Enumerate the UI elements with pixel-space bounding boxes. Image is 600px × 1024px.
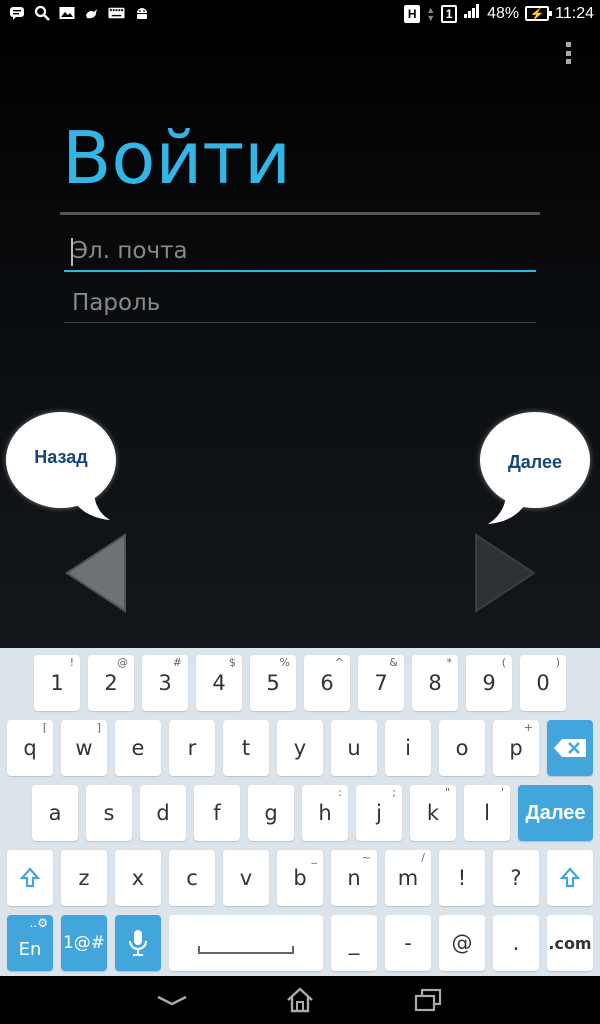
back-bubble-tail <box>74 494 110 520</box>
key-2[interactable]: 2 @ <box>88 655 134 711</box>
email-input[interactable] <box>64 232 536 270</box>
key-j[interactable]: j; <box>356 785 402 841</box>
key-w[interactable]: w] <box>61 720 107 776</box>
key-underscore[interactable]: _ <box>331 915 377 971</box>
key-p[interactable]: p + <box>493 720 539 776</box>
key-d[interactable]: d <box>140 785 186 841</box>
key-v[interactable]: v <box>223 850 269 906</box>
key-1[interactable]: 1! <box>34 655 80 711</box>
title-divider <box>60 212 540 215</box>
page-title: Войти <box>62 116 291 200</box>
next-bubble-label: Далее <box>507 451 563 472</box>
key-4[interactable]: 4 $ <box>196 655 242 711</box>
key-8[interactable]: 8 * <box>412 655 458 711</box>
key-z[interactable]: z <box>61 850 107 906</box>
home-button[interactable] <box>280 986 320 1014</box>
key-7[interactable]: 7 & <box>358 655 404 711</box>
key-s[interactable]: s <box>86 785 132 841</box>
hide-keyboard-button[interactable] <box>152 986 192 1014</box>
soft-keyboard: 1! 2 @ 3 # 4 $ 5% 6 ^ 7 & 8 * 9( 0) q[ w] e r … <box>0 648 600 976</box>
key-5[interactable]: 5% <box>250 655 296 711</box>
key-c[interactable]: c <box>169 850 215 906</box>
login-screen: Войти Назад Далее <box>0 26 600 648</box>
key-dotcom[interactable]: .com <box>547 915 593 971</box>
image-icon <box>58 4 75 21</box>
status-indicators: H ▲ ▼ 1 48% ⚡ 11:24 <box>404 3 594 24</box>
clock: 11:24 <box>555 4 594 22</box>
email-field[interactable] <box>64 232 536 272</box>
key-q[interactable]: q[ <box>7 720 53 776</box>
key-t[interactable]: t <box>223 720 269 776</box>
android-icon <box>133 4 150 21</box>
back-bubble-label: Назад <box>34 446 88 467</box>
search-icon <box>33 4 50 21</box>
signal-icon <box>463 3 481 24</box>
overflow-menu-icon[interactable] <box>566 42 574 64</box>
key-period[interactable]: . <box>493 915 539 971</box>
battery-icon: ⚡ <box>525 6 553 21</box>
key-3[interactable]: 3 # <box>142 655 188 711</box>
key-minus[interactable]: - <box>385 915 431 971</box>
key-at[interactable]: @ <box>439 915 485 971</box>
key-n[interactable]: n ~ <box>331 850 377 906</box>
key-e[interactable]: e <box>115 720 161 776</box>
notification-icons <box>8 4 150 21</box>
key-6[interactable]: 6 ^ <box>304 655 350 711</box>
message-icon <box>8 4 25 21</box>
backspace-key[interactable] <box>547 720 593 776</box>
bird-icon <box>83 4 100 21</box>
chevron-down-icon <box>157 995 187 1006</box>
password-field[interactable] <box>64 283 536 323</box>
password-input[interactable] <box>64 283 536 322</box>
key-exclamation[interactable]: ! <box>439 850 485 906</box>
key-m[interactable]: m / <box>385 850 431 906</box>
status-bar: H ▲ ▼ 1 48% ⚡ 11:24 <box>0 0 600 26</box>
key-o[interactable]: o <box>439 720 485 776</box>
shift-icon <box>560 867 580 888</box>
key-a[interactable]: a <box>32 785 78 841</box>
back-arrow-button[interactable] <box>65 533 127 613</box>
key-f[interactable]: f <box>194 785 240 841</box>
sim-indicator: 1 <box>441 4 458 23</box>
recent-apps-icon <box>414 988 442 1012</box>
key-h[interactable]: h: <box>302 785 348 841</box>
key-x[interactable]: x <box>115 850 161 906</box>
key-k[interactable]: k " <box>410 785 456 841</box>
battery-percent: 48% <box>487 4 520 22</box>
key-y[interactable]: y <box>277 720 323 776</box>
key-b[interactable]: b _ <box>277 850 323 906</box>
shift-icon <box>20 867 40 888</box>
next-bubble-tail <box>488 496 526 524</box>
key-l[interactable]: l ' <box>464 785 510 841</box>
key-question[interactable]: ? <box>493 850 539 906</box>
key-u[interactable]: u <box>331 720 377 776</box>
data-arrows-icon: ▲ ▼ <box>426 4 436 23</box>
symbols-key[interactable]: 1@# <box>61 915 107 971</box>
recent-apps-button[interactable] <box>408 986 448 1014</box>
keyboard-icon <box>108 4 125 21</box>
shift-key-left[interactable] <box>7 850 53 906</box>
text-cursor <box>71 238 73 266</box>
home-icon <box>287 987 313 1013</box>
space-icon <box>198 946 294 954</box>
key-0[interactable]: 0) <box>520 655 566 711</box>
voice-input-key[interactable] <box>115 915 161 971</box>
space-key[interactable] <box>169 915 323 971</box>
key-r[interactable]: r <box>169 720 215 776</box>
key-i[interactable]: i <box>385 720 431 776</box>
next-arrow-button[interactable] <box>474 533 536 613</box>
next-key[interactable]: Далее <box>518 785 593 841</box>
network-type-indicator: H <box>404 4 421 23</box>
key-9[interactable]: 9( <box>466 655 512 711</box>
shift-key-right[interactable] <box>547 850 593 906</box>
backspace-icon <box>554 739 586 757</box>
next-bubble: Далее <box>480 412 590 508</box>
navigation-bar <box>0 976 600 1024</box>
microphone-icon <box>128 930 148 956</box>
language-key[interactable]: En ..⚙ <box>7 915 53 971</box>
key-g[interactable]: g <box>248 785 294 841</box>
gear-icon: ..⚙ <box>29 916 48 930</box>
